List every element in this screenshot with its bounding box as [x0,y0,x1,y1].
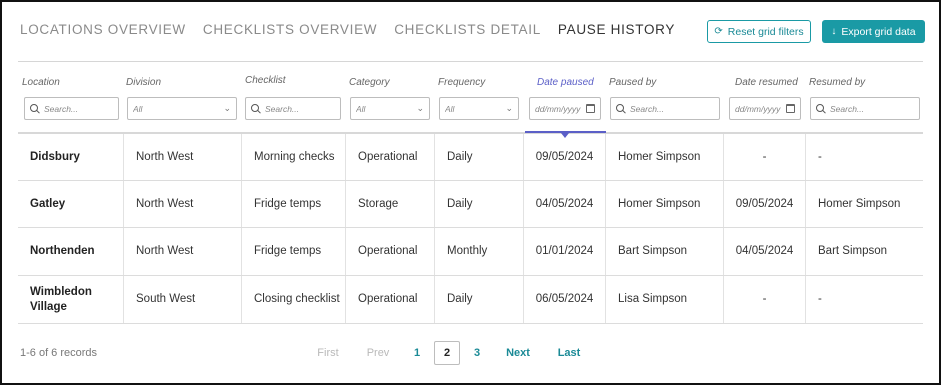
column-header-paused-by[interactable]: Paused by [609,77,656,88]
column-header-resumed-by[interactable]: Resumed by [809,77,865,88]
frequency-select-value: All [445,103,455,114]
cell-checklist: Morning checks [242,134,346,180]
pagination-page-2-current[interactable]: 2 [434,341,460,365]
column-header-division[interactable]: Division [126,77,161,88]
cell-category: Operational [346,228,435,275]
cell-frequency: Daily [435,276,524,323]
cell-location: Gatley [18,181,124,227]
cell-date-resumed: - [724,276,806,323]
cell-paused-by: Bart Simpson [606,228,724,275]
category-select-value: All [356,103,366,114]
search-icon [251,103,261,114]
reset-grid-filters-button[interactable]: ⟳ Reset grid filters [707,20,811,43]
pagination-prev[interactable]: Prev [363,341,393,365]
cell-location: Wimbledon Village [18,276,124,323]
search-icon [616,103,626,114]
column-header-category[interactable]: Category [349,77,390,88]
cell-date-paused: 09/05/2024 [524,134,606,180]
category-select-filter[interactable]: All ⌄ [350,97,430,120]
division-select-filter[interactable]: All ⌄ [127,97,237,120]
cell-date-paused: 04/05/2024 [524,181,606,227]
cell-resumed-by: Homer Simpson [818,197,901,210]
export-grid-data-button[interactable]: ↓ Export grid data [822,20,925,43]
cell-resumed-by: - [818,293,822,306]
calendar-icon[interactable] [586,104,595,113]
tab-checklists-overview[interactable]: CHECKLISTS OVERVIEW [203,22,377,37]
date-resumed-placeholder: dd/mm/yyyy [735,103,781,114]
cell-resumed-by: Bart Simpson [818,245,888,258]
export-grid-data-label: Export grid data [841,25,916,38]
paused-by-search-filter[interactable]: Search... [610,97,720,120]
cell-checklist: Closing checklist [242,276,346,323]
pagination-next[interactable]: Next [502,341,534,365]
chevron-down-icon: ⌄ [416,103,424,113]
column-header-checklist[interactable]: Checklist [245,75,286,86]
pagination-first[interactable]: First [313,341,343,365]
checklist-search-placeholder: Search... [265,103,300,114]
cell-category: Operational [346,276,435,323]
paused-by-search-placeholder: Search... [630,103,665,114]
download-arrow-icon: ↓ [831,25,837,37]
cell-paused-by: Homer Simpson [606,181,724,227]
pagination-page-1[interactable]: 1 [409,341,425,365]
tab-checklists-detail[interactable]: CHECKLISTS DETAIL [394,22,541,37]
cell-checklist: Fridge temps [242,181,346,227]
date-paused-filter[interactable]: dd/mm/yyyy [529,97,601,120]
date-paused-placeholder: dd/mm/yyyy [535,103,581,114]
tab-bar: LOCATIONS OVERVIEW CHECKLISTS OVERVIEW C… [20,22,692,37]
cell-location: Didsbury [18,134,124,180]
tab-pause-history[interactable]: PAUSE HISTORY [558,22,675,37]
column-header-date-resumed[interactable]: Date resumed [735,77,798,88]
tab-locations-overview[interactable]: LOCATIONS OVERVIEW [20,22,186,37]
cell-division: North West [124,181,242,227]
cell-date-resumed: - [724,134,806,180]
cell-division: North West [124,228,242,275]
date-resumed-filter[interactable]: dd/mm/yyyy [729,97,801,120]
table-row[interactable]: Didsbury North West Morning checks Opera… [18,134,923,181]
chevron-down-icon: ⌄ [505,103,513,113]
app-frame: LOCATIONS OVERVIEW CHECKLISTS OVERVIEW C… [0,0,941,385]
pagination-page-3[interactable]: 3 [469,341,485,365]
refresh-icon: ⟳ [714,25,723,37]
division-select-value: All [133,103,143,114]
cell-paused-by: Homer Simpson [606,134,724,180]
cell-category: Operational [346,134,435,180]
cell-date-resumed: 04/05/2024 [724,228,806,275]
checklist-search-filter[interactable]: Search... [245,97,341,120]
column-header-location[interactable]: Location [22,77,60,88]
location-search-placeholder: Search... [44,103,79,114]
cell-division: South West [124,276,242,323]
pagination-last[interactable]: Last [555,341,583,365]
search-icon [816,103,826,114]
chevron-down-icon: ⌄ [223,103,231,113]
table-row[interactable]: Northenden North West Fridge temps Opera… [18,228,923,276]
cell-frequency: Daily [435,181,524,227]
column-header-date-paused[interactable]: Date paused [537,77,594,88]
calendar-icon[interactable] [786,104,795,113]
records-count: 1-6 of 6 records [20,347,98,359]
tabs-divider [18,61,923,62]
table-row[interactable]: Gatley North West Fridge temps Storage D… [18,181,923,228]
cell-division: North West [124,134,242,180]
cell-date-resumed: 09/05/2024 [724,181,806,227]
cell-date-paused: 01/01/2024 [524,228,606,275]
cell-checklist: Fridge temps [242,228,346,275]
frequency-select-filter[interactable]: All ⌄ [439,97,519,120]
search-icon [30,103,40,114]
table-row[interactable]: Wimbledon Village South West Closing che… [18,276,923,324]
cell-frequency: Daily [435,134,524,180]
column-header-frequency[interactable]: Frequency [438,77,485,88]
cell-frequency: Monthly [435,228,524,275]
resumed-by-search-placeholder: Search... [830,103,865,114]
cell-location: Northenden [18,228,124,275]
cell-category: Storage [346,181,435,227]
location-search-filter[interactable]: Search... [24,97,119,120]
cell-paused-by: Lisa Simpson [606,276,724,323]
cell-date-paused: 06/05/2024 [524,276,606,323]
reset-grid-filters-label: Reset grid filters [727,25,804,38]
cell-resumed-by: - [818,150,822,163]
resumed-by-search-filter[interactable]: Search... [810,97,920,120]
